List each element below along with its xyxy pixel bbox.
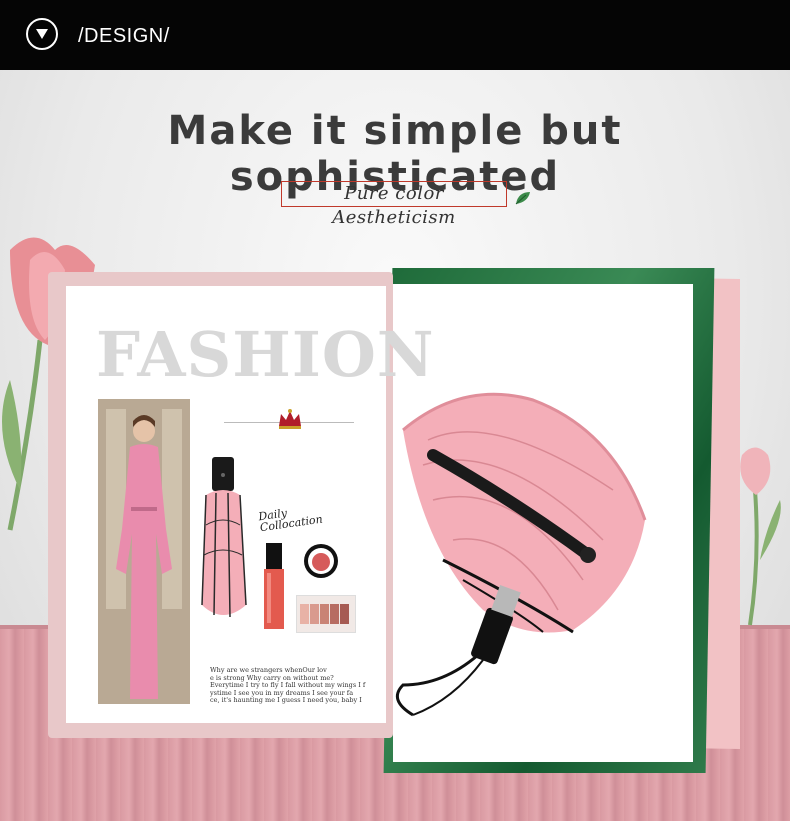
header-bar: /DESIGN/ xyxy=(0,0,790,70)
crown-icon xyxy=(279,409,301,429)
blush-compact-image xyxy=(304,544,338,578)
chevron-down-icon[interactable] xyxy=(26,18,58,50)
subtitle-box: Pure color Aestheticism xyxy=(281,181,507,228)
lip-gloss-image xyxy=(264,543,284,629)
body-line: ce, it's haunting me I guess I need you,… xyxy=(210,696,362,704)
section-title: /DESIGN/ xyxy=(78,25,170,47)
folded-umbrella-image xyxy=(395,392,647,717)
model-photo xyxy=(98,399,190,704)
small-umbrella-image xyxy=(201,457,247,618)
leaf-icon xyxy=(515,192,530,205)
eyeshadow-palette-image xyxy=(296,595,356,633)
magazine-body-text: Why are we strangers whenOur lov e is st… xyxy=(210,666,370,705)
